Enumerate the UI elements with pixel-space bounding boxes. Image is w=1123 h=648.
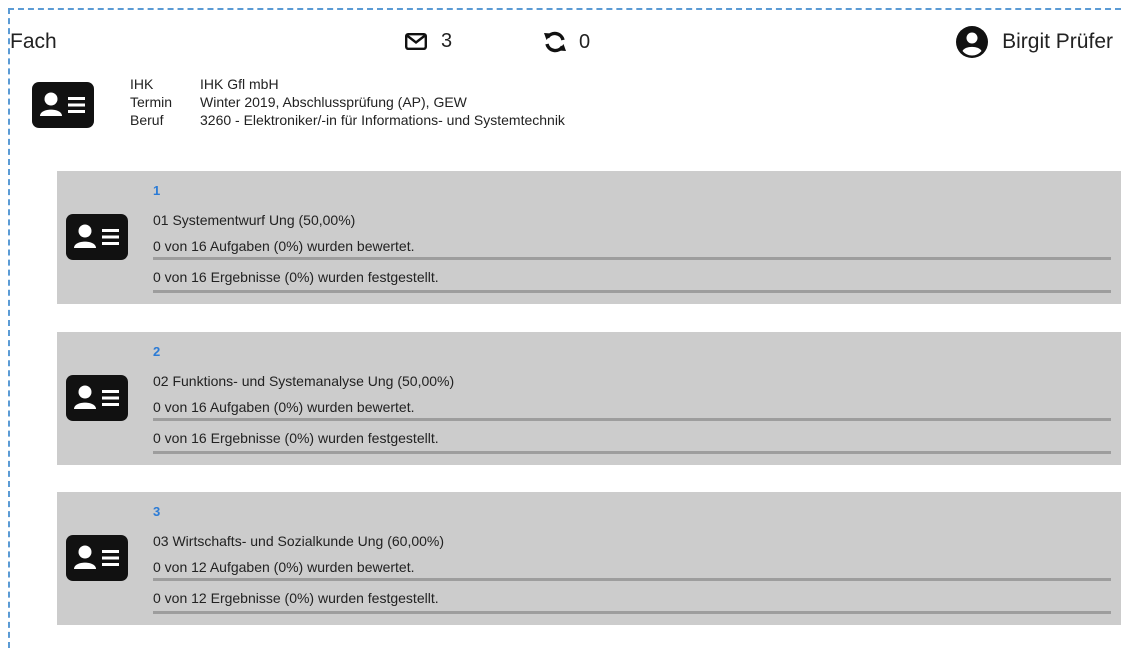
tasks-progress-bar [153,578,1111,581]
user-circle-icon [956,26,989,58]
subject-number: 1 [153,183,161,198]
subject-card-3[interactable]: 3 03 Wirtschafts- und Sozialkunde Ung (6… [57,492,1121,625]
subject-number: 2 [153,344,161,359]
results-status: 0 von 12 Ergebnisse (0%) wurden festgest… [153,590,439,606]
ihk-label: IHK [130,76,154,92]
subject-number: 3 [153,504,161,519]
ihk-row: IHK IHK Gfl mbH [130,75,565,93]
beruf-value: 3260 - Elektroniker/-in für Informations… [200,112,565,128]
id-card-icon [66,214,128,260]
results-status: 0 von 16 Ergebnisse (0%) wurden festgest… [153,430,439,446]
subject-card-1[interactable]: 1 01 Systementwurf Ung (50,00%) 0 von 16… [57,171,1121,304]
results-progress-bar [153,451,1111,454]
tasks-status: 0 von 16 Aufgaben (0%) wurden bewertet. [153,238,415,254]
exam-info: IHK IHK Gfl mbH Termin Winter 2019, Absc… [130,75,565,129]
subject-card-2[interactable]: 2 02 Funktions- und Systemanalyse Ung (5… [57,332,1121,465]
tasks-progress-bar [153,418,1111,421]
id-card-icon [66,535,128,581]
tasks-progress-bar [153,257,1111,260]
results-status: 0 von 16 Ergebnisse (0%) wurden festgest… [153,269,439,285]
ihk-value: IHK Gfl mbH [200,76,279,92]
id-card-icon [66,375,128,421]
termin-value: Winter 2019, Abschlussprüfung (AP), GEW [200,94,467,110]
tasks-status: 0 von 12 Aufgaben (0%) wurden bewertet. [153,559,415,575]
page-title: Fach [10,30,57,53]
termin-label: Termin [130,94,173,110]
user-name: Birgit Prüfer [1002,30,1113,53]
results-progress-bar [153,611,1111,614]
subject-title: 01 Systementwurf Ung (50,00%) [153,212,356,228]
sync-button[interactable]: 0 [543,30,590,54]
messages-button[interactable]: 3 [405,30,452,53]
results-progress-bar [153,290,1111,293]
envelope-icon [405,33,427,50]
top-bar: Fach 3 0 Birgit Prüfer [0,0,1123,70]
sync-count: 0 [579,30,591,53]
subject-title: 03 Wirtschafts- und Sozialkunde Ung (60,… [153,533,445,549]
beruf-label: Beruf [130,112,164,128]
subject-title: 02 Funktions- und Systemanalyse Ung (50,… [153,373,455,389]
beruf-row: Beruf 3260 - Elektroniker/-in für Inform… [130,111,565,129]
sync-icon [544,31,566,53]
termin-row: Termin Winter 2019, Abschlussprüfung (AP… [130,93,565,111]
messages-count: 3 [441,30,453,52]
tasks-status: 0 von 16 Aufgaben (0%) wurden bewertet. [153,399,415,415]
id-card-icon [32,82,94,128]
user-menu[interactable]: Birgit Prüfer [956,26,1113,58]
